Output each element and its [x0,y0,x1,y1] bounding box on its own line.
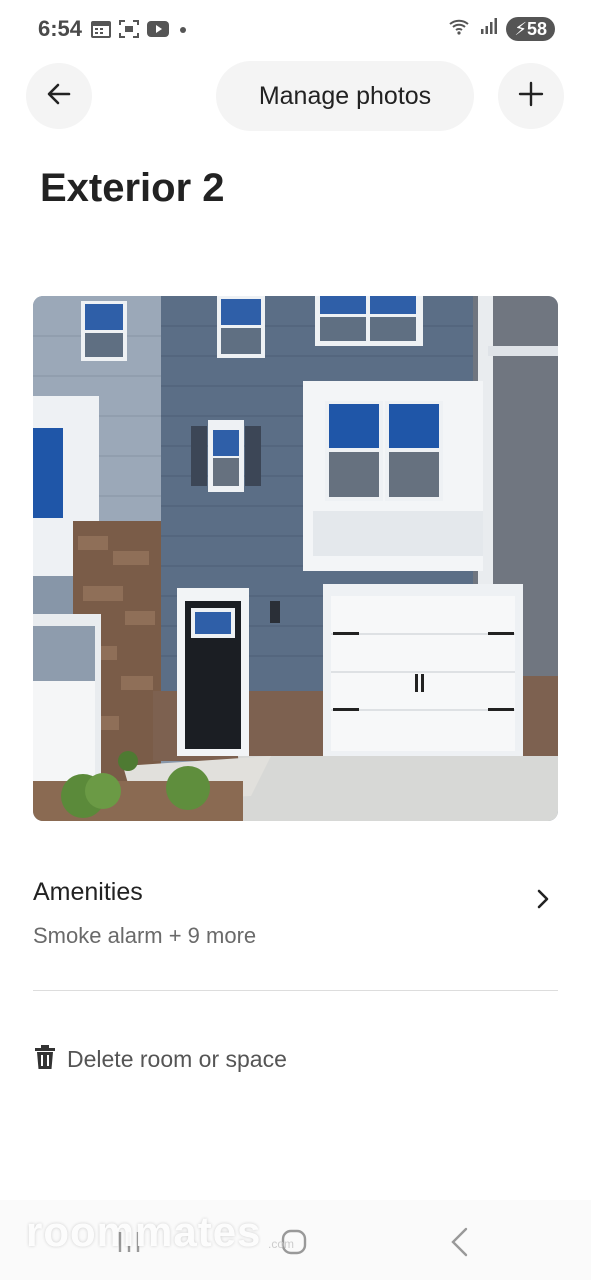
dot-icon [176,20,190,43]
arrow-left-icon [45,80,73,113]
delete-room-button[interactable]: Delete room or space [33,1042,287,1076]
trash-icon [33,1044,57,1075]
battery-icon: ⚡58 [506,16,555,41]
chevron-left-icon [448,1227,470,1262]
calendar-icon [90,19,112,44]
room-photo[interactable] [33,296,558,821]
watermark-suffix: .com [268,1237,295,1251]
manage-photos-button[interactable]: Manage photos [216,61,474,131]
amenities-row[interactable]: Amenities Smoke alarm + 9 more [33,878,558,958]
screenshot-icon [118,19,140,44]
status-icons-left [90,19,190,44]
manage-photos-label: Manage photos [258,81,432,110]
page-title: Exterior 2 [40,166,225,210]
youtube-icon [146,20,170,43]
wifi-icon [448,16,472,41]
status-time: 6:54 [38,16,83,41]
delete-label: Delete room or space [67,1045,287,1072]
signal-icon [480,17,498,40]
divider [33,990,558,991]
system-back-button[interactable] [448,1226,470,1263]
status-icons-right: ⚡58 [448,16,555,41]
battery-level: 58 [526,18,547,39]
add-photo-button[interactable] [498,63,564,129]
chevron-right-icon [536,888,550,915]
plus-icon [517,80,545,113]
amenities-summary: Smoke alarm + 9 more [33,923,257,948]
watermark-logo: roommates [26,1208,262,1255]
status-bar: 6:54 ⚡58 [0,0,591,58]
back-button[interactable] [26,63,92,129]
amenities-title: Amenities [33,878,143,906]
